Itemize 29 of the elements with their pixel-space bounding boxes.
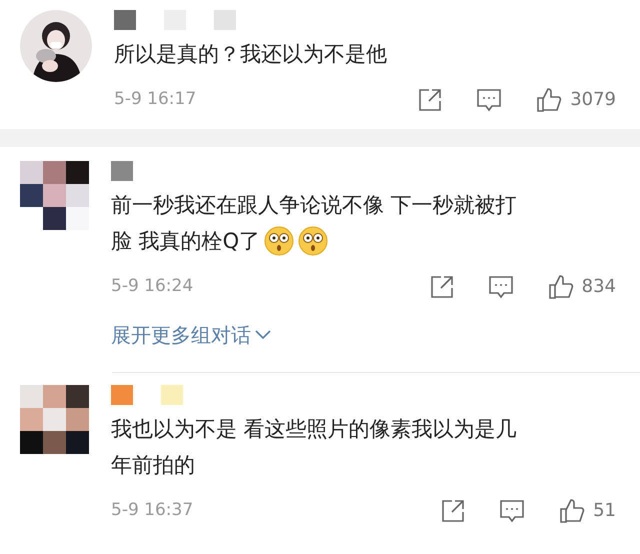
comment-text: 前一秒我还在跟人争论说不像 下一秒就被打 <box>111 192 517 219</box>
thumbs-up-icon[interactable] <box>559 498 586 524</box>
expand-link[interactable]: 展开更多组对话 <box>111 320 271 350</box>
astonished-face-icon <box>264 226 294 256</box>
redacted-name <box>111 161 133 181</box>
redacted-name <box>111 385 133 405</box>
redacted-name <box>214 10 236 30</box>
comment-icon[interactable] <box>476 88 502 112</box>
thumbs-up-icon[interactable] <box>548 274 574 300</box>
comment-text: 所以是真的？我还以为不是他 <box>114 41 387 68</box>
share-icon[interactable] <box>430 274 454 298</box>
comment-text: 年前拍的 <box>111 452 195 479</box>
timestamp: 5-9 16:24 <box>111 274 194 298</box>
redacted-name <box>161 385 183 405</box>
timestamp: 5-9 16:17 <box>114 88 198 111</box>
like-count: 3079 <box>570 88 616 112</box>
comment-icon[interactable] <box>488 274 514 298</box>
comment-text: 脸 我真的栓Q了 <box>111 228 260 255</box>
share-icon[interactable] <box>441 498 466 522</box>
timestamp: 5-9 16:37 <box>111 498 194 522</box>
like-count: 834 <box>582 275 616 299</box>
comment-icon[interactable] <box>499 498 526 522</box>
like-count: 51 <box>593 499 616 523</box>
comment-text: 我也以为不是 看这些照片的像素我以为是几 <box>111 416 517 443</box>
astonished-face-icon <box>298 226 328 256</box>
chevron-down-icon <box>255 330 271 340</box>
redacted-name <box>114 10 136 30</box>
thumbs-up-icon[interactable] <box>536 86 562 112</box>
share-icon[interactable] <box>418 88 442 112</box>
